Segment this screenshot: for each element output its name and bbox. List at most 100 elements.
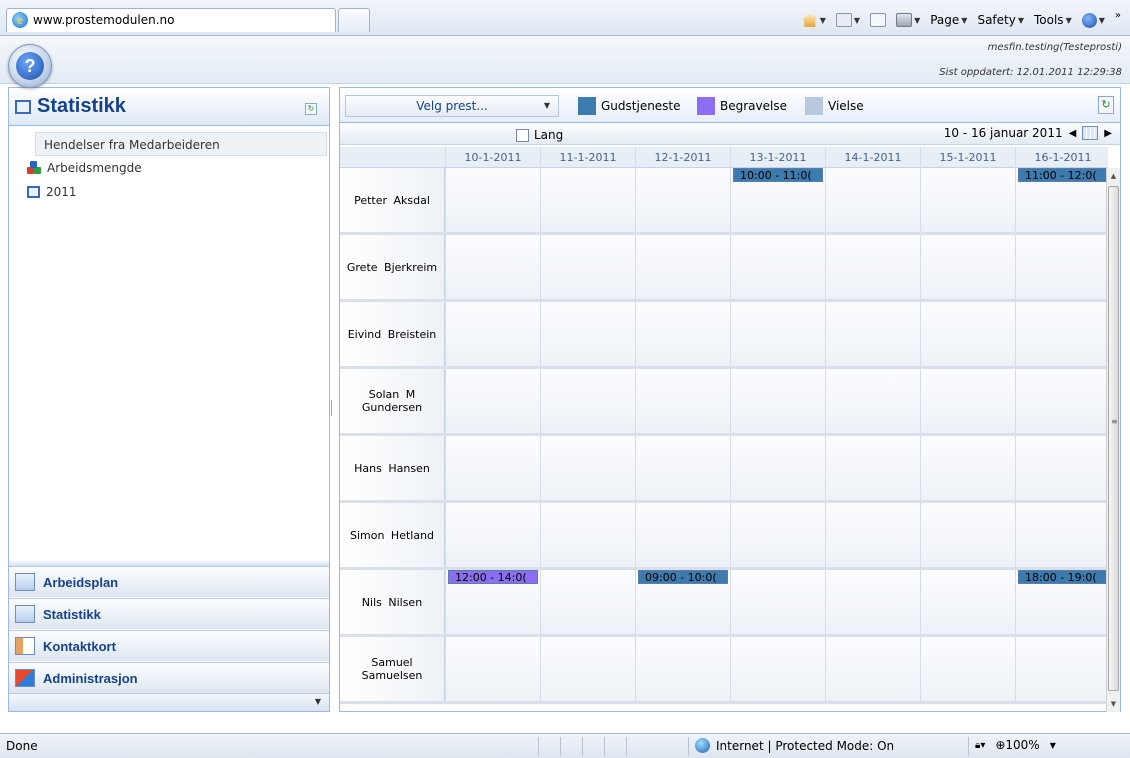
zoom-control[interactable]: 🔒︎▾ ⊕100% ▼ bbox=[975, 738, 1056, 752]
lang-toggle[interactable]: Lang bbox=[516, 128, 563, 142]
vertical-scrollbar[interactable]: ▲ ≡ ▼ bbox=[1106, 168, 1120, 712]
scroll-thumb[interactable]: ≡ bbox=[1108, 186, 1119, 691]
home-icon bbox=[801, 13, 818, 27]
security-zone[interactable]: Internet | Protected Mode: On bbox=[695, 738, 894, 753]
schedule-cell[interactable] bbox=[825, 570, 920, 634]
schedule-cell[interactable] bbox=[540, 302, 635, 366]
schedule-cell[interactable] bbox=[730, 503, 825, 567]
prev-week-button[interactable]: ◀ bbox=[1069, 128, 1077, 139]
help-orb-button[interactable]: ? bbox=[8, 44, 52, 88]
schedule-cell[interactable] bbox=[445, 235, 540, 299]
schedule-cell[interactable] bbox=[445, 637, 540, 701]
schedule-cell[interactable] bbox=[920, 302, 1015, 366]
schedule-cell[interactable] bbox=[540, 436, 635, 500]
nav-item-statistikk[interactable]: Statistikk bbox=[9, 598, 329, 629]
calendar-picker-icon[interactable] bbox=[1082, 126, 1099, 140]
schedule-cell[interactable] bbox=[730, 570, 825, 634]
nav-item-administrasjon[interactable]: Administrasjon bbox=[9, 662, 329, 693]
list-item[interactable]: 2011 bbox=[9, 180, 329, 204]
tools-menu-label: Tools bbox=[1034, 13, 1064, 27]
schedule-cell[interactable] bbox=[730, 369, 825, 433]
refresh-icon[interactable]: ↻ bbox=[305, 103, 317, 115]
schedule-cell[interactable] bbox=[825, 503, 920, 567]
schedule-cell[interactable] bbox=[445, 168, 540, 232]
legend-swatch bbox=[805, 97, 823, 115]
new-tab-button[interactable] bbox=[338, 8, 370, 32]
table-row: Samuel Samuelsen bbox=[340, 637, 1108, 704]
nav-item-kontaktkort[interactable]: Kontaktkort bbox=[9, 630, 329, 661]
schedule-cell[interactable] bbox=[635, 369, 730, 433]
scroll-down-button[interactable]: ▼ bbox=[1107, 696, 1120, 712]
appointment[interactable]: 10:00 - 11:0( bbox=[733, 168, 823, 182]
chevron-down-icon: ▼ bbox=[1065, 15, 1072, 25]
schedule-cell[interactable] bbox=[635, 168, 730, 232]
schedule-cell[interactable] bbox=[635, 235, 730, 299]
safety-menu[interactable]: Safety ▼ bbox=[974, 13, 1027, 27]
schedule-cell[interactable] bbox=[540, 369, 635, 433]
print-button[interactable]: ▼ bbox=[893, 13, 923, 27]
nav-overflow-button[interactable]: ▼ bbox=[9, 693, 329, 711]
schedule-cell[interactable] bbox=[730, 637, 825, 701]
schedule-cell[interactable] bbox=[730, 436, 825, 500]
refresh-icon[interactable]: ↻ bbox=[1098, 96, 1114, 114]
panel-splitter[interactable] bbox=[331, 400, 335, 416]
schedule-cell[interactable] bbox=[1015, 302, 1108, 366]
schedule-cell[interactable] bbox=[540, 503, 635, 567]
schedule-cell[interactable] bbox=[1015, 637, 1108, 701]
schedule-cell[interactable] bbox=[1015, 369, 1108, 433]
schedule-cell[interactable] bbox=[635, 503, 730, 567]
list-item-selected[interactable]: Hendelser fra Medarbeideren bbox=[35, 132, 327, 156]
next-week-button[interactable]: ▶ bbox=[1104, 128, 1112, 139]
schedule-cell[interactable] bbox=[1015, 503, 1108, 567]
toolbar-overflow[interactable]: » bbox=[1112, 10, 1124, 21]
schedule-cell[interactable] bbox=[825, 369, 920, 433]
schedule-cell[interactable] bbox=[635, 302, 730, 366]
schedule-cell[interactable] bbox=[540, 637, 635, 701]
help-menu[interactable]: ▼ bbox=[1079, 12, 1108, 28]
schedule-cell[interactable] bbox=[730, 302, 825, 366]
mail-button[interactable] bbox=[867, 13, 889, 27]
schedule-cell[interactable] bbox=[445, 302, 540, 366]
status-divider bbox=[560, 737, 561, 756]
scroll-up-button[interactable]: ▲ bbox=[1107, 168, 1120, 184]
list-item[interactable]: Arbeidsmengde bbox=[9, 156, 329, 180]
printer-icon bbox=[896, 13, 913, 27]
schedule-cell[interactable] bbox=[730, 235, 825, 299]
appointment[interactable]: 11:00 - 12:0( bbox=[1018, 168, 1108, 182]
schedule-cell[interactable] bbox=[540, 168, 635, 232]
schedule-cell[interactable] bbox=[1015, 436, 1108, 500]
appointment[interactable]: 18:00 - 19:0( bbox=[1018, 570, 1108, 584]
home-button[interactable]: ▼ bbox=[799, 13, 829, 27]
priest-select[interactable]: Velg prest... ▼ bbox=[345, 95, 559, 117]
nav-item-arbeidsplan[interactable]: Arbeidsplan bbox=[9, 566, 329, 597]
schedule-cell[interactable] bbox=[445, 503, 540, 567]
schedule-cell[interactable] bbox=[825, 637, 920, 701]
date-range-label: 10 - 16 januar 2011 bbox=[943, 126, 1063, 140]
lang-checkbox[interactable] bbox=[516, 128, 529, 142]
schedule-cell[interactable] bbox=[825, 302, 920, 366]
schedule-cell[interactable] bbox=[540, 570, 635, 634]
schedule-cell[interactable] bbox=[920, 369, 1015, 433]
schedule-cell[interactable] bbox=[635, 637, 730, 701]
schedule-cell[interactable] bbox=[445, 369, 540, 433]
schedule-cell[interactable] bbox=[920, 503, 1015, 567]
appointment[interactable]: 12:00 - 14:0( bbox=[448, 570, 538, 584]
browser-tab[interactable]: e www.prostemodulen.no bbox=[6, 8, 336, 32]
schedule-cell[interactable] bbox=[920, 637, 1015, 701]
schedule-cell[interactable] bbox=[1015, 235, 1108, 299]
schedule-cell[interactable] bbox=[920, 235, 1015, 299]
tools-menu[interactable]: Tools ▼ bbox=[1031, 13, 1075, 27]
day-header: 16-1-2011 bbox=[1015, 147, 1110, 168]
schedule-cell[interactable] bbox=[920, 168, 1015, 232]
feeds-button[interactable]: ▼ bbox=[833, 13, 863, 27]
schedule-cell[interactable] bbox=[920, 436, 1015, 500]
schedule-cell[interactable] bbox=[825, 168, 920, 232]
schedule-cell[interactable] bbox=[825, 235, 920, 299]
page-menu[interactable]: Page ▼ bbox=[927, 13, 970, 27]
schedule-cell[interactable] bbox=[445, 436, 540, 500]
schedule-cell[interactable] bbox=[635, 436, 730, 500]
appointment[interactable]: 09:00 - 10:0( bbox=[638, 570, 728, 584]
schedule-cell[interactable] bbox=[825, 436, 920, 500]
schedule-cell[interactable] bbox=[920, 570, 1015, 634]
schedule-cell[interactable] bbox=[540, 235, 635, 299]
